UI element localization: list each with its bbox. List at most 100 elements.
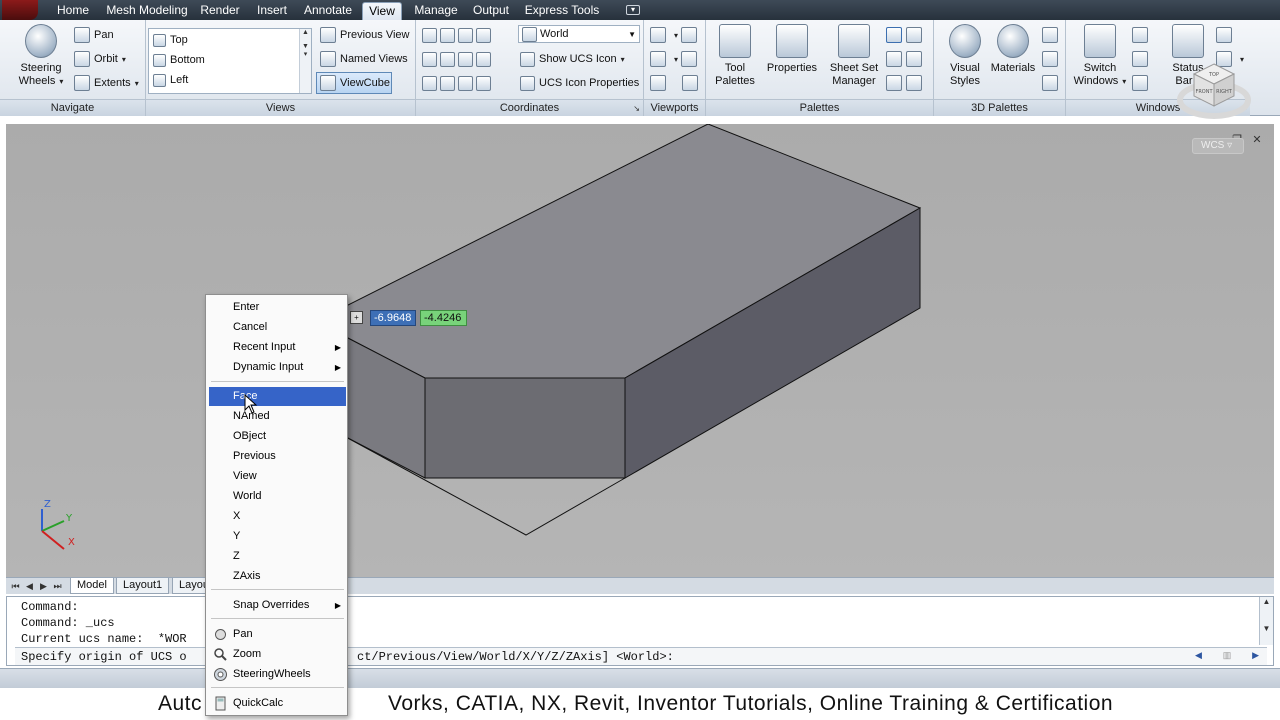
calculator-icon[interactable] bbox=[906, 51, 922, 67]
viewport-layout-icon[interactable] bbox=[682, 75, 699, 91]
menu-item-pan[interactable]: Pan bbox=[209, 625, 346, 644]
ucs-y-icon[interactable] bbox=[440, 75, 456, 91]
previous-layout-icon[interactable]: ◀ bbox=[24, 580, 35, 592]
command-horizontal-scroll[interactable]: ◀ ▥ ▶ bbox=[1195, 648, 1259, 663]
ucs-world-icon[interactable] bbox=[458, 27, 474, 43]
materials-button[interactable]: Materials bbox=[986, 24, 1040, 75]
dynamic-input-x-field[interactable]: -6.9648 bbox=[370, 310, 416, 326]
markup-icon[interactable] bbox=[886, 51, 902, 67]
ucs-named-icon[interactable] bbox=[440, 27, 456, 43]
ucs-combo[interactable]: World ▼ bbox=[518, 25, 640, 43]
steering-wheels-button[interactable]: Steering Wheels ▾ bbox=[14, 24, 68, 88]
command-history-scrollbar[interactable]: ▲ ▼ bbox=[1259, 597, 1273, 645]
viewcube-toggle-button[interactable]: ViewCube bbox=[316, 72, 392, 94]
tab-annotate[interactable]: Annotate bbox=[300, 2, 356, 20]
extents-button[interactable]: Extents ▾ bbox=[74, 72, 139, 94]
viewport-config-button[interactable]: ▾ bbox=[650, 24, 701, 46]
menu-item-world[interactable]: World bbox=[209, 487, 346, 506]
viewcube[interactable]: TOP FRONT RIGHT bbox=[1176, 58, 1252, 128]
menu-item-zoom[interactable]: Zoom bbox=[209, 645, 346, 664]
ucs-view-icon[interactable] bbox=[458, 75, 474, 91]
menu-item-face[interactable]: Face bbox=[209, 387, 346, 406]
previous-view-button[interactable]: Previous View bbox=[320, 24, 410, 46]
menu-item-x[interactable]: X bbox=[209, 507, 346, 526]
tab-output[interactable]: Output bbox=[468, 2, 514, 20]
command-prompt-line[interactable]: Specify origin of UCS o ct/Previous/View… bbox=[15, 647, 1267, 665]
tab-layout1[interactable]: Layout1 bbox=[116, 578, 170, 594]
menu-item-cancel[interactable]: Cancel bbox=[209, 318, 346, 337]
first-layout-icon[interactable]: ⏮ bbox=[10, 580, 21, 592]
dbconnect-icon[interactable] bbox=[906, 27, 922, 43]
ribbon-minimize-icon[interactable]: ▾ bbox=[626, 5, 640, 15]
next-layout-icon[interactable]: ▶ bbox=[38, 580, 49, 592]
menu-item-steeringwheels[interactable]: SteeringWheels bbox=[209, 665, 346, 684]
viewport-clip-icon[interactable] bbox=[681, 51, 698, 67]
menu-item-named[interactable]: NAmed bbox=[209, 407, 346, 426]
named-views-button[interactable]: Named Views bbox=[320, 48, 408, 70]
tab-insert[interactable]: Insert bbox=[250, 2, 294, 20]
show-ucs-icon-button[interactable]: Show UCS Icon ▾ bbox=[520, 48, 625, 70]
tab-express-tools[interactable]: Express Tools bbox=[522, 2, 602, 20]
ucs-face-icon[interactable] bbox=[422, 75, 437, 91]
advanced-render-button[interactable] bbox=[1042, 48, 1062, 70]
tool-palettes-button[interactable]: Tool Palettes bbox=[712, 24, 758, 88]
tab-model[interactable]: Model bbox=[70, 578, 114, 594]
visual-styles-button[interactable]: Visual Styles bbox=[940, 24, 990, 88]
ucs-origin-icon[interactable] bbox=[422, 51, 437, 67]
design-center-icon[interactable] bbox=[886, 27, 902, 43]
dictionary-icon[interactable] bbox=[906, 75, 922, 91]
ucs-axis-icon[interactable] bbox=[476, 27, 492, 43]
tab-render[interactable]: Render bbox=[196, 2, 244, 20]
cascade-button[interactable] bbox=[1132, 72, 1152, 94]
viewport-restore-button[interactable] bbox=[650, 72, 702, 94]
menu-item-quickcalc[interactable]: QuickCalc bbox=[209, 694, 346, 713]
views-gallery-scrollbar[interactable]: ▲ ▼ ▾ bbox=[299, 29, 311, 93]
ucs-x-icon[interactable] bbox=[440, 51, 456, 67]
lights-button[interactable] bbox=[1042, 24, 1062, 46]
ucs-z-icon[interactable] bbox=[476, 75, 492, 91]
sheet-set-manager-button[interactable]: Sheet Set Manager bbox=[826, 24, 882, 88]
menu-item-view[interactable]: View bbox=[209, 467, 346, 486]
new-viewport-icon[interactable] bbox=[681, 27, 698, 43]
ucs-3point-icon[interactable] bbox=[458, 51, 474, 67]
last-layout-icon[interactable]: ⏭ bbox=[52, 580, 63, 592]
view-left[interactable]: Left bbox=[153, 71, 188, 89]
drawing-viewport[interactable]: ▬ ❐ ✕ bbox=[6, 124, 1274, 577]
menu-item-y[interactable]: Y bbox=[209, 527, 346, 546]
menu-item-snap-overrides[interactable]: Snap Overrides ▶ bbox=[209, 596, 346, 615]
tab-view[interactable]: View bbox=[362, 2, 402, 20]
wcs-menu[interactable]: WCS ▿ bbox=[1192, 138, 1244, 154]
scroll-left-icon[interactable]: ◀ bbox=[1195, 650, 1202, 661]
orbit-button[interactable]: Orbit ▾ bbox=[74, 48, 126, 70]
properties-button[interactable]: Properties bbox=[764, 24, 820, 75]
scroll-right-icon[interactable]: ▶ bbox=[1252, 650, 1259, 661]
tab-home[interactable]: Home bbox=[52, 2, 94, 20]
pan-button[interactable]: Pan bbox=[74, 24, 114, 46]
tab-mesh-modeling[interactable]: Mesh Modeling bbox=[104, 2, 190, 20]
switch-windows-button[interactable]: Switch Windows ▾ bbox=[1072, 24, 1128, 88]
menu-item-zaxis[interactable]: ZAxis bbox=[209, 567, 346, 586]
ucs-zaxis-icon[interactable] bbox=[476, 51, 492, 67]
tile-horizontally-button[interactable] bbox=[1132, 24, 1152, 46]
view-top[interactable]: Top bbox=[153, 31, 188, 49]
menu-item-enter[interactable]: Enter bbox=[209, 298, 346, 317]
menu-item-previous[interactable]: Previous bbox=[209, 447, 346, 466]
ucs-icon-properties-button[interactable]: UCS Icon Properties bbox=[520, 72, 639, 94]
menu-item-dynamic-input[interactable]: Dynamic Input ▶ bbox=[209, 358, 346, 377]
viewport-join-button[interactable]: ▾ bbox=[650, 48, 701, 70]
command-line-icon[interactable] bbox=[886, 75, 902, 91]
ucs-icon[interactable] bbox=[422, 27, 437, 43]
command-window[interactable]: Command: Command: _ucs Current ucs name:… bbox=[6, 596, 1274, 666]
menu-item-recent-input[interactable]: Recent Input ▶ bbox=[209, 338, 346, 357]
dynamic-input-y-field[interactable]: -4.4246 bbox=[420, 310, 467, 326]
scroll-thumb[interactable]: ▥ bbox=[1223, 650, 1232, 661]
sun-properties-button[interactable] bbox=[1042, 72, 1062, 94]
menu-item-z[interactable]: Z bbox=[209, 547, 346, 566]
application-menu-button[interactable] bbox=[2, 0, 38, 20]
tab-manage[interactable]: Manage bbox=[410, 2, 462, 20]
menu-item-object[interactable]: OBject bbox=[209, 427, 346, 446]
dialog-launcher-icon[interactable]: ↘ bbox=[633, 104, 640, 113]
text-window-button[interactable] bbox=[1216, 24, 1236, 46]
tile-vertically-button[interactable] bbox=[1132, 48, 1152, 70]
view-bottom[interactable]: Bottom bbox=[153, 51, 205, 69]
